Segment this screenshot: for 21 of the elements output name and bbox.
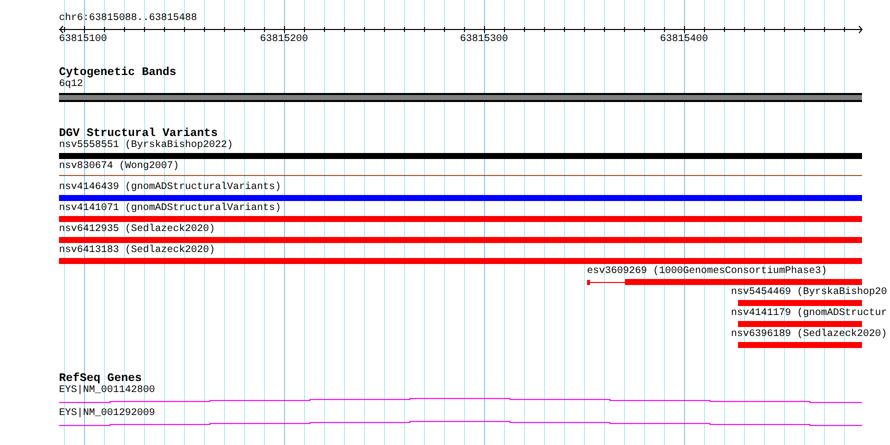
track-title: Cytogenetic Bands xyxy=(59,67,178,79)
region-label: chr6:63815088..63815488 xyxy=(59,13,198,25)
feature-label: nsv4141071 (gnomADStructuralVariants) xyxy=(59,203,282,215)
feature-label: nsv6396189 (Sedlazeck2020) xyxy=(730,329,887,341)
feature-label: esv3609269 (1000GenomesConsortiumPhase3) xyxy=(587,266,828,278)
feature-label: nsv4141179 (gnomADStructur xyxy=(730,308,887,320)
feature-label: nsv4146439 (gnomADStructuralVariants) xyxy=(59,182,282,194)
feature-label: nsv5454469 (ByrskaBishop20 xyxy=(730,287,887,299)
track-title: DGV Structural Variants xyxy=(59,128,218,140)
feature-label: EYS|NM_001142800 xyxy=(59,385,156,397)
feature-label: nsv830674 (Wong2007) xyxy=(59,161,180,173)
feature-label: EYS|NM_001292009 xyxy=(59,408,156,420)
coordinate-label: 63815100 xyxy=(59,34,108,46)
feature-label: nsv5558551 (ByrskaBishop2022) xyxy=(59,140,234,152)
coordinate-label: 63815400 xyxy=(660,34,708,46)
feature-label: nsv6412935 (Sedlazeck2020) xyxy=(59,224,216,236)
coordinate-label: 63815300 xyxy=(460,34,508,46)
feature-label: nsv6413183 (Sedlazeck2020) xyxy=(59,245,216,257)
feature-label: 6q12 xyxy=(59,79,84,91)
coordinate-label: 63815200 xyxy=(260,34,308,46)
track-title: RefSeq Genes xyxy=(59,373,142,385)
